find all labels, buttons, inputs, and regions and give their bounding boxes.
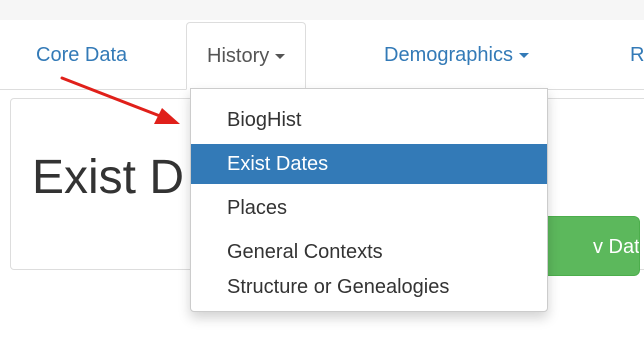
pointer-arrow-icon [60, 76, 180, 124]
